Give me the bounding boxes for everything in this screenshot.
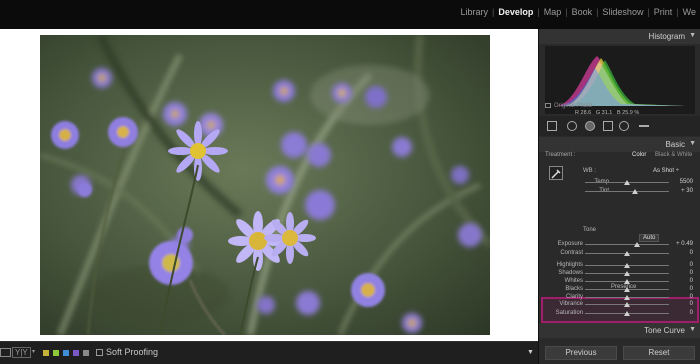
exposure-slider-handle[interactable] [634,242,641,247]
temp-slider-handle[interactable] [624,180,630,185]
loupe-view-icon[interactable] [0,348,11,357]
color-label-yellow[interactable] [43,350,49,356]
exposure-slider-value[interactable]: + 0.49 [675,241,693,247]
collapse-arrow-icon: ▼ [689,140,696,147]
module-bar: Library | Develop | Map | Book | Slideshow | … [0,0,700,29]
white-balance-dropper-icon[interactable] [549,166,563,180]
exposure-slider-label: Exposure [557,241,583,247]
clarity-slider-handle[interactable] [624,295,630,300]
tone-curve-header[interactable]: Tone Curve ▼ [539,323,700,338]
temp-slider-value[interactable]: 5500 [675,179,693,185]
vibrance-slider-label: Vibrance [559,301,583,307]
tone-label: Tone [583,227,597,233]
develop-panel: Histogram ▼ R 28.6 G 31.1 B 25.9 % Origi… [538,29,700,364]
soft-proofing-checkbox[interactable] [96,349,103,356]
crop-tool-icon[interactable] [547,121,557,131]
chevron-down-icon[interactable]: ▾ [32,348,35,355]
color-label-blue[interactable] [63,350,69,356]
spot-removal-icon[interactable] [567,121,577,131]
module-library[interactable]: Library [456,7,492,17]
tint-slider-value[interactable]: + 30 [675,188,693,194]
toolbar-menu-arrow-icon[interactable]: ▼ [527,349,534,356]
blacks-slider-label: Blacks [565,286,583,292]
vibrance-slider-value[interactable]: 0 [675,301,693,307]
histogram-header[interactable]: Histogram ▼ [539,29,700,44]
whites-slider-label: Whites [564,278,583,284]
soft-proofing-label: Soft Proofing [106,347,159,357]
photo-preview[interactable] [40,35,490,335]
color-label-none[interactable] [83,350,89,356]
tint-slider-handle[interactable] [632,189,639,194]
whites-slider-handle[interactable] [624,279,630,284]
wb-label: WB : [583,168,596,174]
module-print[interactable]: Print [650,7,677,17]
highlights-slider-label: Highlights [556,262,583,268]
color-label-green[interactable] [53,350,59,356]
graduated-filter-icon[interactable] [603,121,613,131]
tool-strip [539,116,700,136]
radial-filter-icon[interactable] [619,121,629,131]
vibrance-slider-handle[interactable] [624,302,630,307]
previous-button[interactable]: Previous [545,346,617,360]
clarity-slider-value[interactable]: 0 [675,294,693,300]
blacks-slider-value[interactable]: 0 [675,286,693,292]
adjustment-brush-icon[interactable] [639,125,649,127]
exposure-slider-track[interactable] [585,244,669,245]
reset-button[interactable]: Reset [623,346,695,360]
blacks-slider-handle[interactable] [624,287,630,292]
saturation-slider-value[interactable]: 0 [675,310,693,316]
shadows-slider-label: Shadows [558,270,583,276]
bottom-toolbar: Y|Y ▾ Soft Proofing ▼ [0,341,538,364]
module-book[interactable]: Book [568,7,597,17]
original-photo-toggle[interactable]: Original Photo [545,103,592,109]
red-eye-icon[interactable] [585,121,595,131]
tint-slider-track[interactable] [585,191,669,192]
contrast-slider-value[interactable]: 0 [675,250,693,256]
color-label-purple[interactable] [73,350,79,356]
module-picker: Library | Develop | Map | Book | Slideshow | … [456,7,700,17]
contrast-slider-label: Contrast [560,250,583,256]
highlights-slider-value[interactable]: 0 [675,262,693,268]
clarity-slider-label: Clarity [565,294,583,300]
basic-header[interactable]: Basic ▼ [539,137,700,152]
module-web[interactable]: We [679,7,700,17]
treatment-color-option[interactable]: Color [632,152,646,158]
collapse-arrow-icon: ▼ [689,326,696,333]
collapse-arrow-icon: ▼ [689,32,696,39]
saturation-slider-handle[interactable] [624,311,630,316]
treatment-bw-option[interactable]: Black & White [655,152,692,158]
image-canvas [0,29,538,341]
wb-preset-select[interactable]: As Shot ÷ [653,168,679,174]
auto-tone-button[interactable]: Auto [639,234,660,242]
saturation-slider-label: Saturation [555,310,583,316]
treatment-label: Treatment : [545,152,576,158]
contrast-slider-handle[interactable] [624,251,630,256]
shadows-slider-handle[interactable] [624,271,630,276]
module-map[interactable]: Map [540,7,566,17]
before-after-button[interactable]: Y|Y [12,347,31,358]
shadows-slider-value[interactable]: 0 [675,270,693,276]
highlights-slider-handle[interactable] [624,263,630,268]
module-slideshow[interactable]: Slideshow [598,7,647,17]
module-develop[interactable]: Develop [494,7,537,17]
whites-slider-value[interactable]: 0 [675,278,693,284]
daisy-photo [40,35,490,335]
